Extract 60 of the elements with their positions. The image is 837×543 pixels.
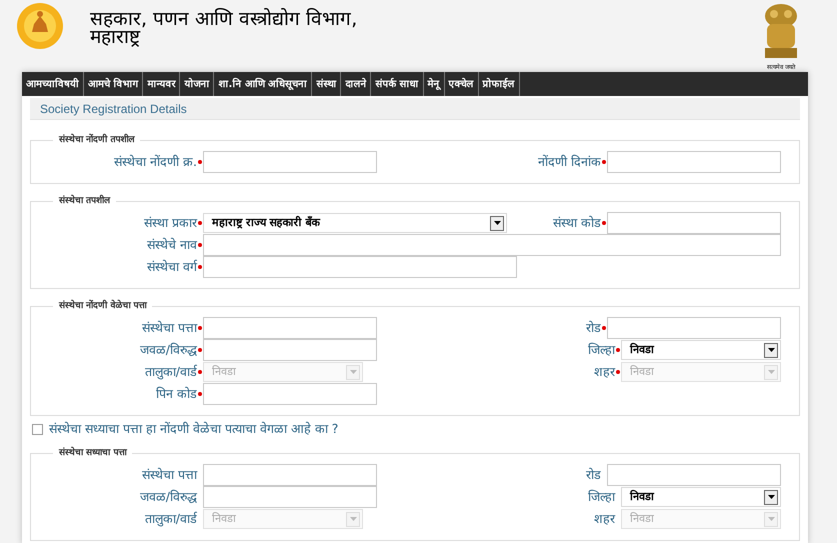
field-label: संस्थेचा वर्ग (147, 258, 197, 276)
page-title: Society Registration Details (40, 100, 187, 118)
seal-logo (14, 2, 66, 50)
field-label: तालुका/वार्ड (144, 362, 197, 382)
nav-link[interactable]: मेनू (424, 72, 445, 96)
nav-link[interactable]: आमच्याविषयी (22, 72, 84, 96)
nav-link[interactable]: दालने (341, 72, 372, 96)
dropdown-value: निवडा (212, 510, 236, 527)
nav-link[interactable]: शा.नि आणि अधिसूचना (214, 72, 312, 96)
section-legend: संस्थेचा नोंदणी तपशील (53, 134, 140, 146)
checkbox[interactable] (32, 424, 43, 434)
dropdown-value: निवडा (630, 510, 654, 527)
dropdown-value: निवडा (630, 364, 654, 380)
dropdown-value: निवडा (212, 364, 236, 380)
field-label: संस्थेचा पत्ता (142, 318, 197, 337)
text-field[interactable] (203, 464, 377, 486)
section-legend: संस्थेचा नोंदणी वेळेचा पत्ता (53, 300, 152, 312)
field-label: शहर (594, 510, 615, 528)
text-field[interactable] (607, 212, 781, 234)
nav-link[interactable]: संस्था (312, 72, 342, 96)
site-title: सहकार, पणन आणि वस्त्रोद्योग विभाग, (90, 10, 358, 28)
dropdown-value: निवडा (630, 342, 654, 358)
dropdown[interactable]: निवडा (621, 487, 781, 507)
text-field[interactable] (203, 317, 377, 339)
text-field[interactable] (607, 317, 781, 339)
field-label: संस्था कोड (553, 214, 601, 232)
nav-link[interactable]: संपर्क साधा (371, 72, 424, 96)
nav-link[interactable]: आमचे विभाग (84, 72, 144, 96)
checkbox-label: संस्थेचा सध्याचा पत्ता हा नोंदणी वेळेचा पत्याचा वेगळा आहे का ? (49, 420, 338, 438)
nav-link[interactable]: मान्यवर (143, 72, 180, 96)
text-field[interactable] (203, 383, 377, 405)
field-label: जवळ/विरुद्ध (140, 340, 197, 359)
text-field[interactable] (203, 256, 517, 278)
text-field[interactable] (203, 151, 377, 173)
nav-link[interactable]: एक्चेल (444, 72, 479, 96)
field-label: शहर (594, 362, 615, 381)
field-label: जिल्हा (588, 340, 615, 359)
field-label: संस्थेचा पत्ता (142, 466, 197, 484)
field-label: जवळ/विरुद्ध (140, 488, 197, 506)
text-field[interactable] (203, 234, 781, 256)
text-field[interactable] (607, 464, 781, 486)
text-field[interactable] (607, 151, 781, 173)
field-label: पिन कोड (156, 384, 197, 403)
field-label: रोड (586, 466, 601, 484)
text-field[interactable] (203, 486, 377, 508)
field-label: तालुका/वार्ड (144, 510, 197, 528)
dropdown-value: निवडा (630, 488, 654, 505)
nav-link[interactable]: प्रोफाईल (478, 72, 520, 96)
field-label: संस्था प्रकार (144, 214, 197, 232)
site-title: महाराष्ट्र (90, 28, 140, 46)
field-label: जिल्हा (588, 488, 615, 506)
field-label: संस्थेचे नाव (147, 236, 197, 254)
dropdown-value: महाराष्ट्र राज्य सहकारी बँक (212, 214, 320, 231)
nav-link[interactable]: योजना (180, 72, 214, 96)
text-field[interactable] (203, 339, 377, 361)
field-label: संस्थेचा नोंदणी क्र. (114, 152, 197, 171)
field-label: रोड (586, 318, 601, 337)
dropdown[interactable]: निवडा (621, 340, 781, 360)
field-label: नोंदणी दिनांक (538, 152, 601, 171)
dropdown[interactable]: महाराष्ट्र राज्य सहकारी बँक (203, 213, 507, 233)
